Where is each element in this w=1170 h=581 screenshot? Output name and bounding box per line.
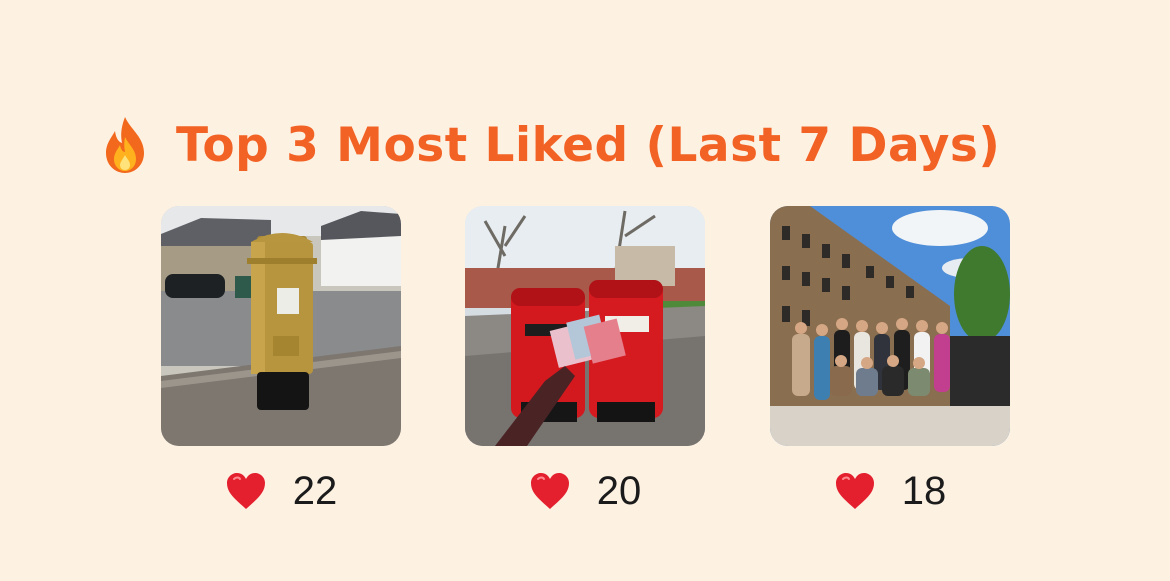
heart-icon[interactable] <box>225 471 267 511</box>
liked-post-card: 22 <box>161 206 401 511</box>
top-liked-list: 22 20 18 <box>161 206 1010 526</box>
like-count: 18 <box>901 469 947 513</box>
like-count-row: 20 <box>465 468 705 514</box>
heart-icon[interactable] <box>834 471 876 511</box>
like-count: 20 <box>596 469 642 513</box>
fire-icon <box>106 117 144 173</box>
like-count-row: 18 <box>770 468 1010 514</box>
page-title: Top 3 Most Liked (Last 7 Days) <box>176 117 1001 173</box>
liked-post-card: 20 <box>465 206 705 511</box>
post-thumbnail[interactable] <box>770 206 1010 446</box>
post-thumbnail[interactable] <box>465 206 705 446</box>
like-count-row: 22 <box>161 468 401 514</box>
section-header: Top 3 Most Liked (Last 7 Days) <box>100 112 1000 178</box>
red-postboxes-photo <box>465 206 705 446</box>
post-thumbnail[interactable] <box>161 206 401 446</box>
liked-post-card: 18 <box>770 206 1010 511</box>
gold-postbox-photo <box>161 206 401 446</box>
group-photo <box>770 206 1010 446</box>
heart-icon[interactable] <box>529 471 571 511</box>
like-count: 22 <box>292 469 338 513</box>
